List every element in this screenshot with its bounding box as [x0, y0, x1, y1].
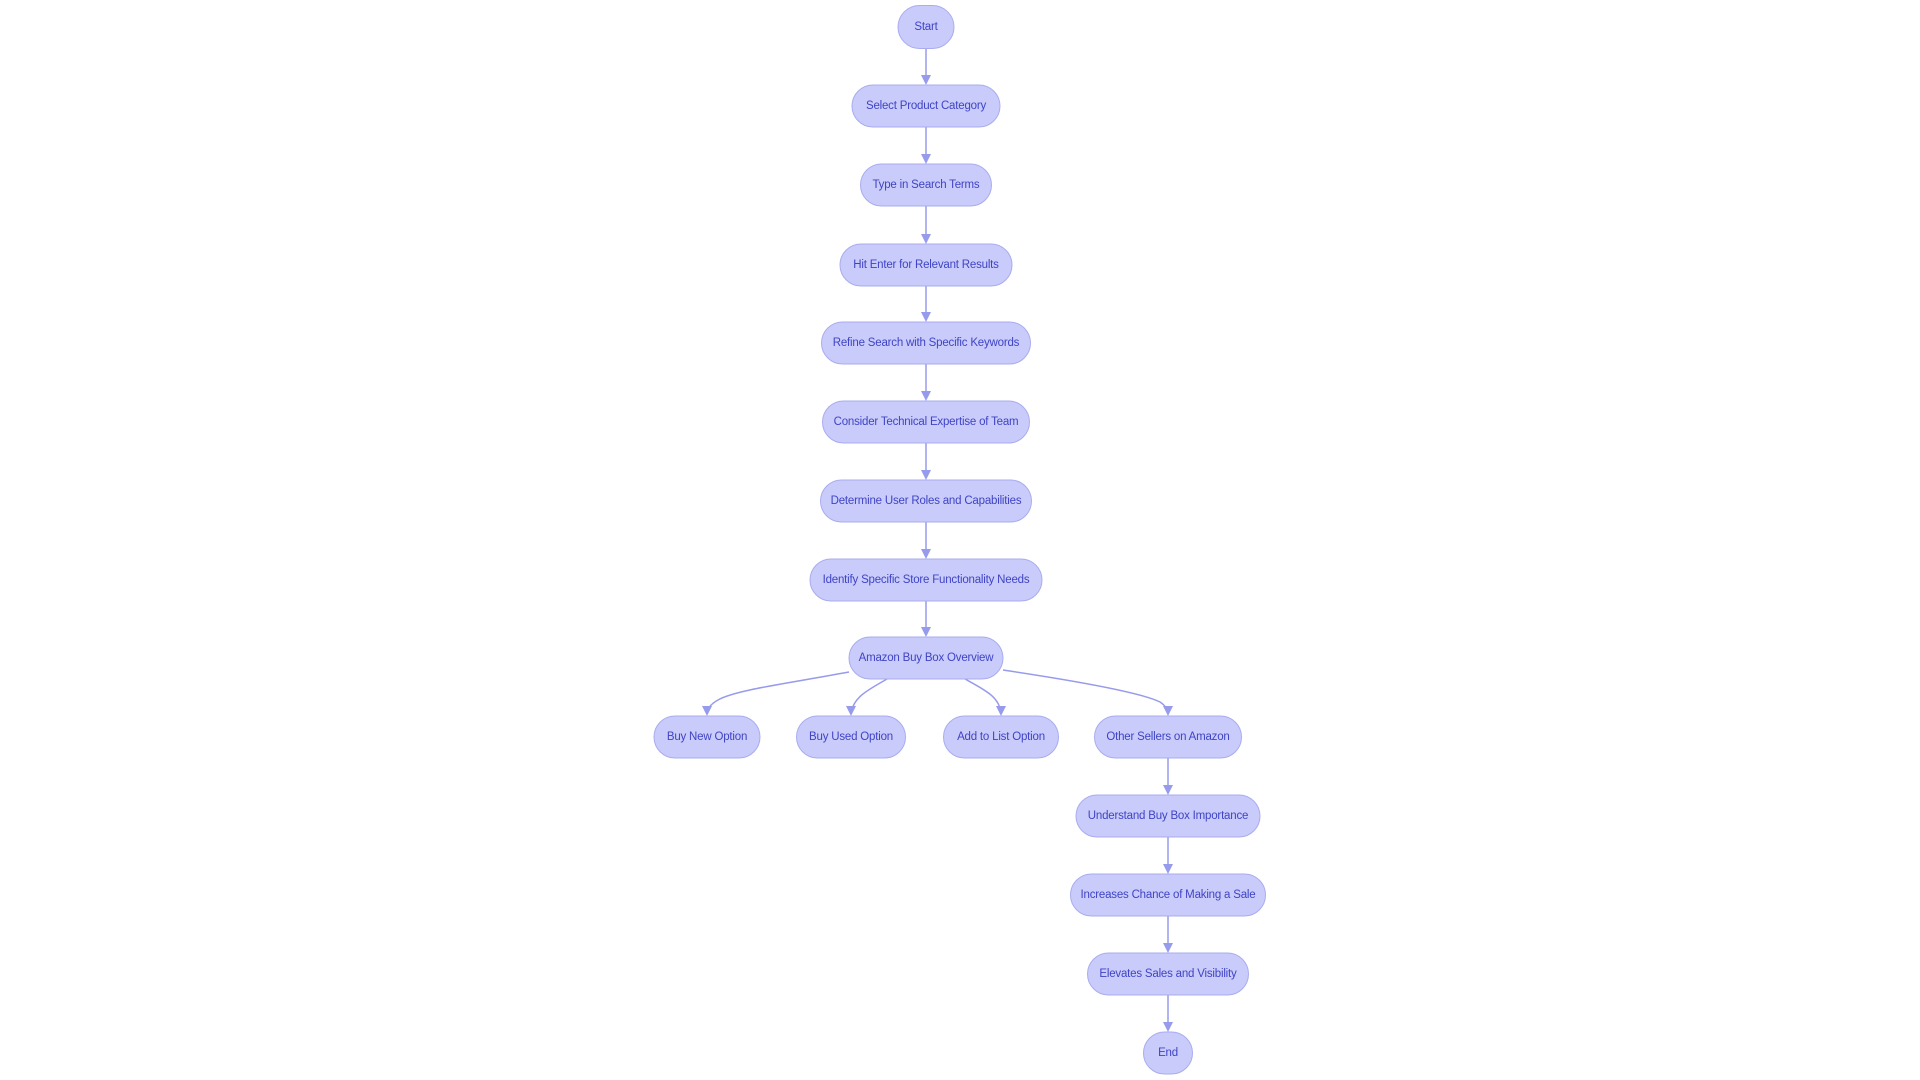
- edge-line: [964, 678, 1002, 715]
- node-label: Determine User Roles and Capabilities: [831, 495, 1022, 507]
- node-identify-needs[interactable]: Identify Specific Store Functionality Ne…: [809, 558, 1043, 602]
- arrowhead-icon: [1163, 943, 1173, 953]
- edge-type_search-to-hit_enter: [921, 206, 931, 244]
- edge-line: [850, 678, 888, 715]
- node-select-category[interactable]: Select Product Category: [851, 84, 1001, 128]
- edge-line: [1002, 669, 1169, 715]
- nodes-layer: Start Select Product Category Type in Sear…: [653, 5, 1266, 1075]
- node-label: Add to List Option: [957, 731, 1045, 743]
- edge-select_category-to-type_search: [921, 127, 931, 164]
- node-type-search[interactable]: Type in Search Terms: [860, 163, 992, 207]
- node-label: Increases Chance of Making a Sale: [1081, 889, 1256, 901]
- node-label: Consider Technical Expertise of Team: [834, 416, 1019, 428]
- node-label: Understand Buy Box Importance: [1088, 810, 1248, 822]
- node-label: Type in Search Terms: [872, 179, 979, 191]
- arrowhead-icon: [846, 706, 856, 716]
- node-label: Elevates Sales and Visibility: [1099, 968, 1237, 980]
- arrowhead-icon: [921, 154, 931, 164]
- edge-hit_enter-to-refine_search: [921, 286, 931, 322]
- node-label: Select Product Category: [866, 100, 986, 112]
- node-other-sellers[interactable]: Other Sellers on Amazon: [1094, 715, 1242, 759]
- node-buy-box-overview[interactable]: Amazon Buy Box Overview: [848, 636, 1004, 680]
- edge-buy_box_overview-to-buy_new: [702, 671, 850, 716]
- node-label: Buy Used Option: [809, 731, 893, 743]
- arrowhead-icon: [1163, 706, 1173, 716]
- edge-buy_box_overview-to-buy_used: [846, 678, 888, 716]
- node-end[interactable]: End: [1143, 1031, 1193, 1075]
- edge-buy_box_overview-to-other_sellers: [1002, 669, 1173, 716]
- edge-identify_needs-to-buy_box_overview: [921, 601, 931, 637]
- arrowhead-icon: [921, 312, 931, 322]
- edge-determine_roles-to-identify_needs: [921, 522, 931, 559]
- edge-line: [706, 671, 850, 715]
- node-elevates-sales[interactable]: Elevates Sales and Visibility: [1087, 952, 1249, 996]
- node-label: Start: [914, 21, 938, 33]
- arrowhead-icon: [702, 706, 712, 716]
- node-hit-enter[interactable]: Hit Enter for Relevant Results: [839, 243, 1013, 287]
- node-label: Amazon Buy Box Overview: [859, 652, 995, 664]
- node-label: End: [1158, 1047, 1178, 1059]
- edge-refine_search-to-consider_expertise: [921, 364, 931, 401]
- edge-consider_expertise-to-determine_roles: [921, 443, 931, 480]
- edge-other_sellers-to-understand_importance: [1163, 758, 1173, 795]
- arrowhead-icon: [1163, 785, 1173, 795]
- arrowhead-icon: [921, 234, 931, 244]
- edge-increases_chance-to-elevates_sales: [1163, 916, 1173, 953]
- arrowhead-icon: [996, 706, 1006, 716]
- arrowhead-icon: [1163, 864, 1173, 874]
- node-increases-chance[interactable]: Increases Chance of Making a Sale: [1070, 873, 1266, 917]
- node-refine-search[interactable]: Refine Search with Specific Keywords: [821, 321, 1031, 365]
- node-consider-expertise[interactable]: Consider Technical Expertise of Team: [822, 400, 1030, 444]
- node-label: Identify Specific Store Functionality Ne…: [823, 574, 1030, 586]
- arrowhead-icon: [921, 549, 931, 559]
- node-label: Other Sellers on Amazon: [1106, 731, 1229, 743]
- node-start[interactable]: Start: [897, 5, 955, 49]
- node-label: Hit Enter for Relevant Results: [853, 259, 999, 271]
- node-determine-roles[interactable]: Determine User Roles and Capabilities: [820, 479, 1032, 523]
- node-add-to-list[interactable]: Add to List Option: [943, 715, 1059, 759]
- arrowhead-icon: [1163, 1022, 1173, 1032]
- arrowhead-icon: [921, 391, 931, 401]
- arrowhead-icon: [921, 75, 931, 85]
- edge-elevates_sales-to-end: [1163, 995, 1173, 1032]
- edge-start-to-select_category: [921, 48, 931, 85]
- node-buy-used[interactable]: Buy Used Option: [796, 715, 906, 759]
- node-label: Buy New Option: [667, 731, 747, 743]
- node-understand-importance[interactable]: Understand Buy Box Importance: [1075, 794, 1261, 838]
- edge-buy_box_overview-to-add_to_list: [964, 678, 1006, 716]
- arrowhead-icon: [921, 627, 931, 637]
- flowchart-diagram: Start Select Product Category Type in Sear…: [653, 5, 1266, 1075]
- node-buy-new[interactable]: Buy New Option: [653, 715, 761, 759]
- edge-understand_importance-to-increases_chance: [1163, 837, 1173, 874]
- arrowhead-icon: [921, 470, 931, 480]
- node-label: Refine Search with Specific Keywords: [833, 337, 1020, 349]
